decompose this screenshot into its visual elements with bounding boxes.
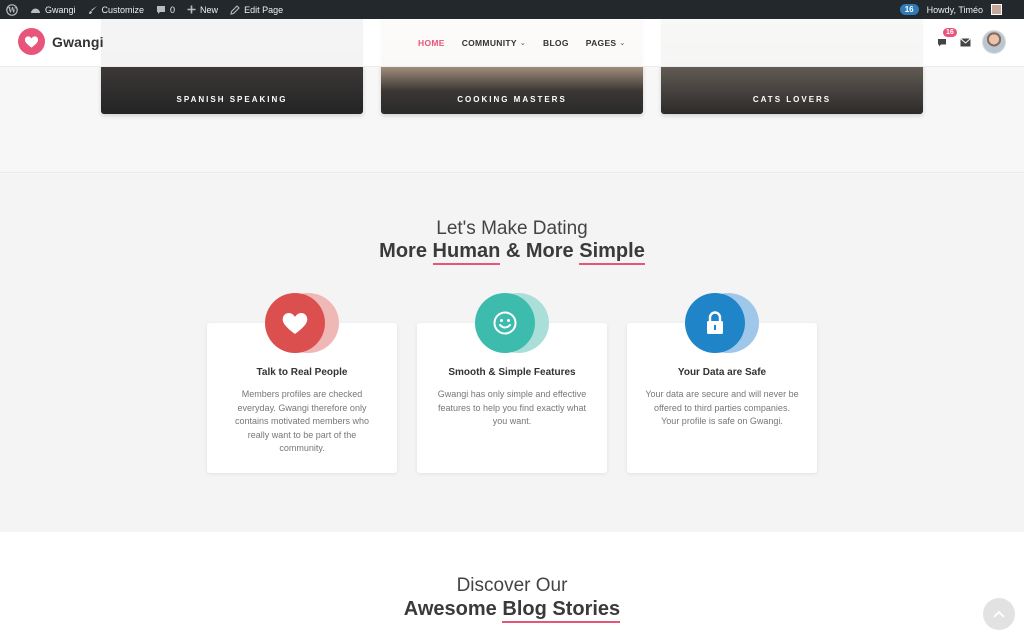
new-content-link[interactable]: New <box>181 0 224 19</box>
features-title-line2: More Human & More Simple <box>0 240 1024 265</box>
nav-community-label: COMMUNITY <box>461 38 517 48</box>
features-section: Let's Make Dating More Human & More Simp… <box>0 174 1024 532</box>
features-title-line1: Let's Make Dating <box>436 218 588 239</box>
envelope-icon[interactable] <box>960 37 971 47</box>
notifications-badge: 16 <box>943 28 957 37</box>
feature-title: Your Data are Safe <box>677 367 767 378</box>
logo-text: Gwangi <box>52 33 104 50</box>
feature-icon-group <box>257 293 347 353</box>
brush-icon <box>88 5 97 14</box>
comments-count: 0 <box>170 4 176 15</box>
group-card-label: COOKING MASTERS <box>457 95 567 104</box>
user-avatar-small[interactable] <box>991 4 1002 15</box>
title-word-stories: Stories <box>552 598 621 620</box>
wordpress-logo-button[interactable]: W <box>0 0 24 19</box>
title-word-blog: Blog <box>502 598 547 620</box>
nav-pages-label: PAGES <box>585 38 617 48</box>
feature-description: Your data are secure and will never be o… <box>645 389 799 426</box>
user-avatar[interactable] <box>982 30 1006 54</box>
heart-icon <box>265 293 325 353</box>
feature-icon-group <box>677 293 767 353</box>
feature-card-real-people: Talk to Real People Members profiles are… <box>207 293 397 473</box>
main-nav: HOME COMMUNITY ⌄ BLOG PAGES ⌄ <box>418 19 626 67</box>
nav-blog[interactable]: BLOG <box>543 38 569 48</box>
site-header: Gwangi HOME COMMUNITY ⌄ BLOG PAGES ⌄ 16 <box>0 19 1024 67</box>
scroll-to-top-button[interactable] <box>983 598 1015 630</box>
heart-logo-icon <box>18 28 45 55</box>
notifications-button[interactable]: 16 <box>937 28 957 48</box>
edit-page-label: Edit Page <box>244 4 284 15</box>
lock-icon <box>685 293 745 353</box>
feature-card-data-safe: Your Data are Safe Your data are secure … <box>627 293 817 473</box>
comment-icon <box>157 5 166 14</box>
edit-page-link[interactable]: Edit Page <box>224 0 289 19</box>
group-card-label: SPANISH SPEAKING <box>176 95 288 104</box>
title-word-more-2: & More <box>505 240 574 262</box>
site-name-label: Gwangi <box>45 4 76 15</box>
feature-title: Talk to Real People <box>256 367 348 378</box>
wordpress-icon: W <box>6 3 18 16</box>
feature-description: Members profiles are checked everyday. G… <box>234 389 370 453</box>
blog-title-line1: Discover Our <box>456 575 568 596</box>
feature-card-simple-features: Smooth & Simple Features Gwangi has only… <box>417 293 607 473</box>
updates-badge[interactable]: 16 <box>899 4 919 15</box>
blog-section: Discover Our Awesome Blog Stories <box>0 532 1024 640</box>
chevron-down-icon: ⌄ <box>619 40 626 47</box>
title-word-more: More <box>379 240 427 262</box>
group-card-label: CATS LOVERS <box>752 95 832 104</box>
chat-bubble-icon <box>938 39 946 47</box>
feature-title: Smooth & Simple Features <box>448 367 576 378</box>
title-word-human: Human <box>432 240 501 265</box>
nav-home-label: HOME <box>418 38 445 48</box>
site-name-link[interactable]: Gwangi <box>24 0 82 19</box>
howdy-user-link[interactable]: Howdy, Timéo <box>927 5 983 15</box>
customize-label: Customize <box>101 4 145 15</box>
header-icons: 16 <box>937 28 1006 54</box>
feature-description: Gwangi has only simple and effective fea… <box>437 389 587 426</box>
chevron-down-icon: ⌄ <box>519 40 526 47</box>
plus-icon <box>187 5 196 14</box>
nav-pages[interactable]: PAGES ⌄ <box>586 38 626 48</box>
comments-link[interactable]: 0 <box>150 0 181 19</box>
svg-text:W: W <box>7 5 16 14</box>
title-word-simple: Simple <box>579 240 645 265</box>
wp-admin-bar: W Gwangi Customize 0 New Edit Page 16 Ho… <box>0 0 1024 19</box>
chevron-up-icon <box>993 610 1005 618</box>
site-logo[interactable]: Gwangi <box>18 28 104 55</box>
nav-blog-label: BLOG <box>543 38 569 48</box>
title-underlined-blog-stories: Blog Stories <box>502 598 621 623</box>
title-word-awesome: Awesome <box>403 598 497 620</box>
nav-home[interactable]: HOME <box>418 38 445 48</box>
smiley-icon <box>475 293 535 353</box>
nav-community[interactable]: COMMUNITY ⌄ <box>462 38 526 48</box>
pencil-icon <box>230 4 240 15</box>
dashboard-icon <box>31 8 40 13</box>
new-label: New <box>200 4 219 15</box>
blog-title-line2: Awesome Blog Stories <box>0 598 1024 623</box>
feature-icon-group <box>467 293 557 353</box>
customize-link[interactable]: Customize <box>82 0 151 19</box>
